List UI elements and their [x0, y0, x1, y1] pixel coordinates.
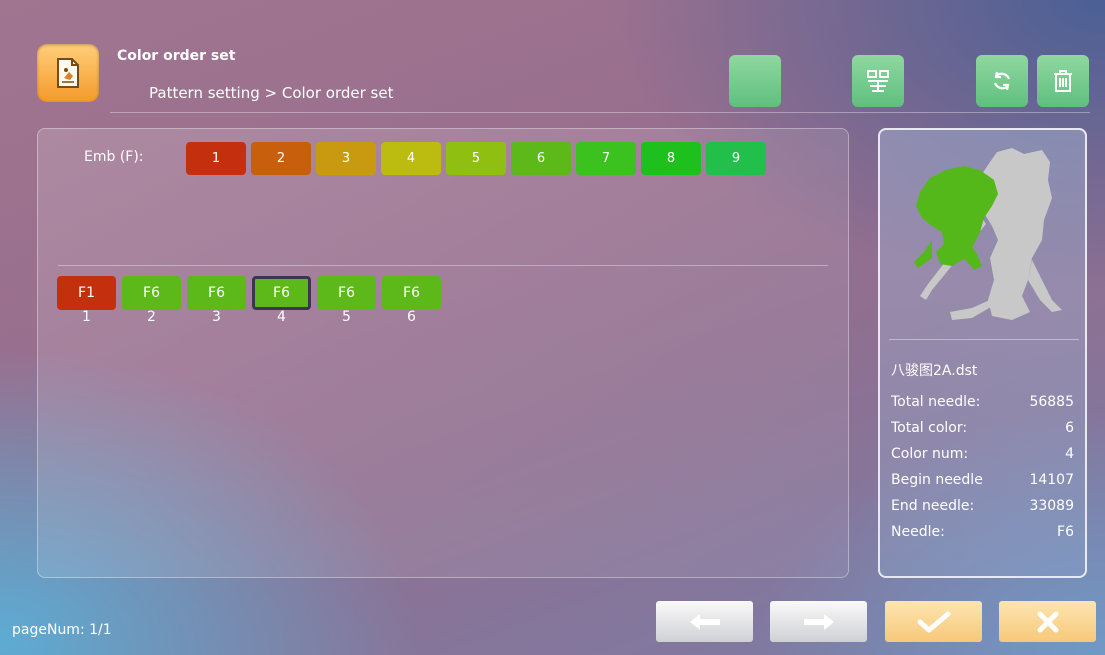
blank-tool-button[interactable] [729, 55, 781, 107]
stat-label: Needle: [891, 524, 945, 540]
stat-label: End needle: [891, 498, 975, 514]
emb-label: Emb (F): [84, 149, 144, 165]
sequence-color-button[interactable]: F6 [187, 276, 246, 310]
trash-icon [1054, 70, 1072, 92]
pattern-layout-button[interactable] [852, 55, 904, 107]
check-icon [917, 611, 950, 632]
sequence-index: 6 [407, 309, 416, 325]
sequence-color-button[interactable]: F6 [317, 276, 376, 310]
emb-color-button-6[interactable]: 6 [511, 142, 571, 175]
sequence-color-button[interactable]: F6 [122, 276, 181, 310]
stat-label: Total needle: [891, 394, 981, 410]
sequence-index: 2 [147, 309, 156, 325]
arrow-left-icon [689, 613, 720, 630]
stat-value: 6 [1065, 420, 1074, 436]
page-title: Color order set [117, 48, 236, 64]
breadcrumb: Pattern setting > Color order set [149, 84, 394, 102]
stat-label: Total color: [891, 420, 968, 436]
emb-color-button-2[interactable]: 2 [251, 142, 311, 175]
file-name: 八骏图2A.dst [891, 363, 978, 379]
refresh-icon [993, 71, 1011, 91]
page-number: pageNum: 1/1 [12, 622, 112, 638]
close-icon [1037, 611, 1058, 632]
stat-value: 4 [1065, 446, 1074, 462]
emb-color-button-8[interactable]: 8 [641, 142, 701, 175]
emb-color-button-4[interactable]: 4 [381, 142, 441, 175]
panel-divider [58, 265, 828, 266]
emb-color-button-9[interactable]: 9 [706, 142, 766, 175]
emb-color-button-1[interactable]: 1 [186, 142, 246, 175]
stat-value: 33089 [1029, 498, 1074, 514]
cancel-button[interactable] [999, 601, 1096, 642]
stat-value: 56885 [1029, 394, 1074, 410]
stat-value: 14107 [1029, 472, 1074, 488]
color-order-panel [37, 128, 849, 578]
confirm-button[interactable] [885, 601, 982, 642]
emb-color-button-5[interactable]: 5 [446, 142, 506, 175]
sequence-index: 4 [277, 309, 286, 325]
sequence-index: 3 [212, 309, 221, 325]
sequence-color-button[interactable]: F6 [382, 276, 441, 310]
delete-button[interactable] [1037, 55, 1089, 107]
stat-value: F6 [1057, 524, 1074, 540]
next-button[interactable] [770, 601, 867, 642]
prev-button[interactable] [656, 601, 753, 642]
sequence-index: 5 [342, 309, 351, 325]
pattern-doc-icon [37, 44, 99, 102]
header-divider [110, 112, 1090, 113]
stat-label: Begin needle [891, 472, 983, 488]
sequence-index: 1 [82, 309, 91, 325]
emb-color-button-3[interactable]: 3 [316, 142, 376, 175]
stat-label: Color num: [891, 446, 969, 462]
emb-color-button-7[interactable]: 7 [576, 142, 636, 175]
refresh-button[interactable] [976, 55, 1028, 107]
pattern-preview-image [914, 148, 1062, 320]
sequence-color-button[interactable]: F6 [252, 276, 311, 310]
pattern-grid-icon [867, 70, 889, 92]
arrow-right-icon [803, 613, 834, 630]
sequence-color-button[interactable]: F1 [57, 276, 116, 310]
info-divider [889, 339, 1079, 340]
